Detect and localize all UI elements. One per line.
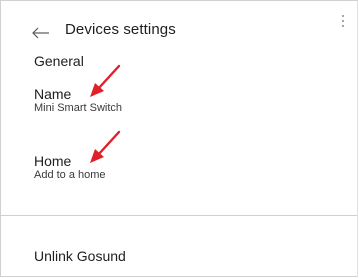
section-title-general: General: [34, 53, 84, 69]
red-pointer-arrow-icon: [90, 130, 121, 163]
more-vertical-icon: [342, 15, 344, 17]
name-setting-row[interactable]: Name Mini Smart Switch: [34, 86, 314, 115]
name-label: Name: [34, 86, 72, 102]
back-button[interactable]: [31, 19, 53, 43]
red-pointer-arrow-icon: [90, 64, 121, 97]
more-options-button[interactable]: [339, 15, 347, 37]
more-vertical-icon-dot: [342, 25, 344, 27]
page-title: Devices settings: [65, 21, 176, 38]
divider: [1, 215, 357, 216]
header: Devices settings: [1, 15, 357, 45]
back-arrow-icon: [32, 27, 49, 39]
unlink-device-button[interactable]: Unlink Gosund: [34, 248, 126, 264]
name-value: Mini Smart Switch: [34, 102, 123, 114]
home-label: Home: [34, 153, 72, 169]
home-value: Add to a home: [34, 169, 106, 181]
home-setting-row[interactable]: Home Add to a home: [34, 153, 314, 182]
more-vertical-icon-dot: [342, 20, 344, 22]
device-settings-screen: Devices settings General Name Mini Smart…: [0, 0, 358, 277]
